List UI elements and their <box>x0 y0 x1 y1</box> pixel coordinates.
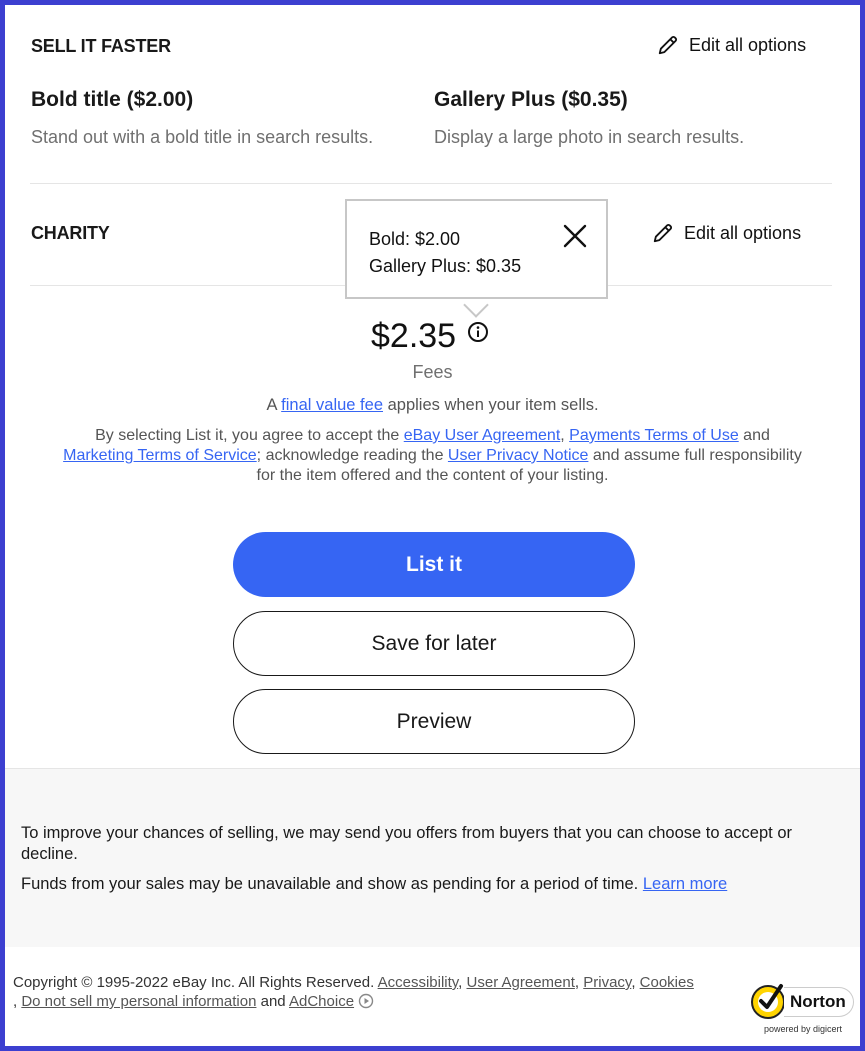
final-value-suffix: applies when your item sells. <box>387 396 599 414</box>
info-panel: To improve your chances of selling, we m… <box>5 768 860 947</box>
section-divider <box>30 183 832 184</box>
sell-faster-edit-button[interactable]: Edit all options <box>657 34 806 56</box>
list-it-button[interactable]: List it <box>233 532 635 597</box>
legal-comma: , <box>560 427 565 444</box>
user-privacy-notice-link[interactable]: User Privacy Notice <box>448 447 588 464</box>
legal-text: ; acknowledge reading the <box>256 447 444 464</box>
final-value-note: A final value fee applies when your item… <box>45 396 820 415</box>
adchoice-link[interactable]: AdChoice <box>289 993 354 1010</box>
funds-notice: Funds from your sales may be unavailable… <box>21 874 851 895</box>
final-value-fee-link[interactable]: final value fee <box>281 396 383 414</box>
option-bold-desc: Stand out with a bold title in search re… <box>31 127 374 147</box>
ebay-user-agreement-link[interactable]: eBay User Agreement <box>404 427 561 444</box>
fees-breakdown-tooltip: Bold: $2.00 Gallery Plus: $0.35 <box>345 199 608 299</box>
option-gallery-plus-desc: Display a large photo in search results. <box>434 127 745 147</box>
cookies-link[interactable]: Cookies <box>640 974 694 991</box>
footer: Copyright © 1995-2022 eBay Inc. All Righ… <box>13 974 694 1010</box>
listing-review-page: SELL IT FASTER Edit all options Bold tit… <box>5 5 860 1046</box>
do-not-sell-link[interactable]: Do not sell my personal information <box>21 993 256 1010</box>
sell-faster-heading: SELL IT FASTER <box>31 36 171 56</box>
save-for-later-button[interactable]: Save for later <box>233 611 635 676</box>
close-icon[interactable] <box>562 223 588 249</box>
footer-comma: , <box>13 993 18 1010</box>
legal-text: and <box>743 427 770 444</box>
footer-and: and <box>260 993 286 1010</box>
legal-text: By selecting List it, you agree to accep… <box>95 427 400 444</box>
accessibility-link[interactable]: Accessibility <box>378 974 459 991</box>
adchoice-icon[interactable] <box>358 993 374 1009</box>
tooltip-bold-fee: Bold: $2.00 <box>369 229 461 249</box>
norton-label-box: Norton <box>784 987 854 1017</box>
norton-brand: Norton <box>790 992 846 1011</box>
option-gallery-plus-title: Gallery Plus ($0.35) <box>434 88 628 111</box>
offers-notice: To improve your chances of selling, we m… <box>21 824 793 863</box>
norton-powered-by: powered by digicert <box>764 1024 843 1034</box>
charity-heading: CHARITY <box>31 223 110 243</box>
edit-label: Edit all options <box>689 34 807 55</box>
preview-button[interactable]: Preview <box>233 689 635 754</box>
pencil-icon <box>653 223 673 243</box>
privacy-link[interactable]: Privacy <box>583 974 631 991</box>
final-value-prefix: A <box>266 396 277 414</box>
learn-more-link[interactable]: Learn more <box>643 875 727 893</box>
tooltip-gallery-fee: Gallery Plus: $0.35 <box>369 256 522 276</box>
marketing-terms-link[interactable]: Marketing Terms of Service <box>63 447 257 464</box>
legal-agreement-text: By selecting List it, you agree to accep… <box>60 426 805 486</box>
funds-notice-text: Funds from your sales may be unavailable… <box>21 875 639 893</box>
payments-terms-link[interactable]: Payments Terms of Use <box>569 427 739 444</box>
pencil-icon <box>658 35 678 55</box>
charity-edit-button[interactable]: Edit all options <box>652 222 801 244</box>
info-icon[interactable] <box>467 321 489 343</box>
fees-total: $2.35 <box>371 317 457 355</box>
copyright-text: Copyright © 1995-2022 eBay Inc. All Righ… <box>13 974 375 991</box>
norton-badge[interactable]: Norton powered by digicert <box>748 978 858 1038</box>
user-agreement-link[interactable]: User Agreement <box>467 974 575 991</box>
option-bold-title: Bold title ($2.00) <box>31 88 194 111</box>
edit-label: Edit all options <box>684 222 802 243</box>
fees-label: Fees <box>412 362 453 382</box>
